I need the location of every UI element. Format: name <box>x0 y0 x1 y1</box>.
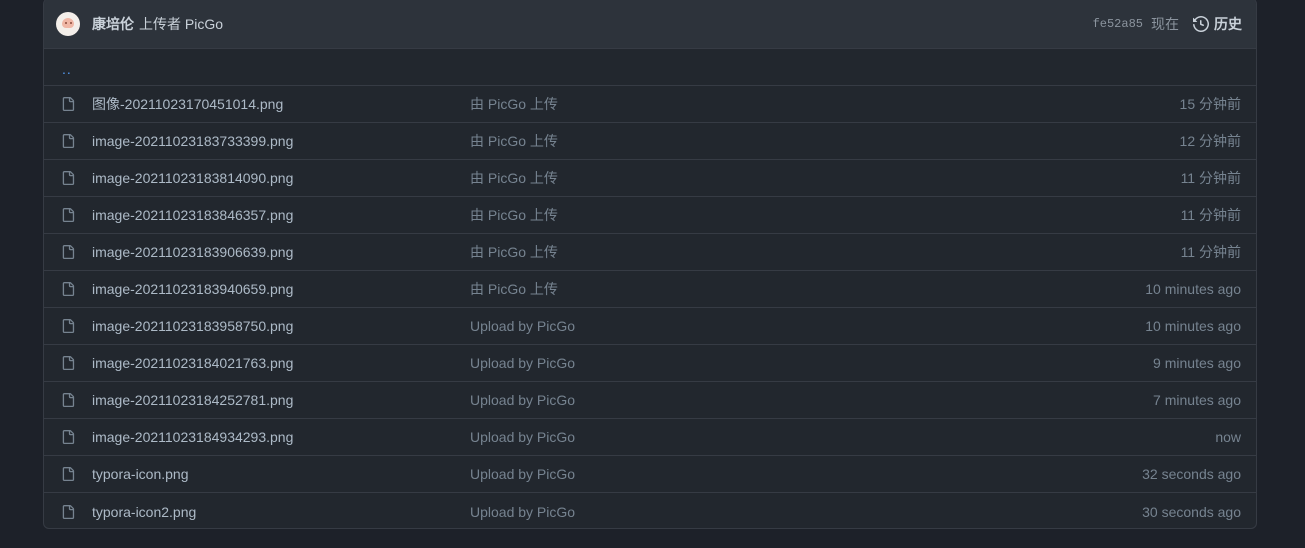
file-commit-message-link[interactable]: Upload by PicGo <box>470 355 1153 371</box>
file-row[interactable]: image-20211023183814090.png 由 PicGo 上传 11 … <box>44 160 1256 197</box>
file-age: 10 minutes ago <box>1145 281 1241 297</box>
file-row[interactable]: typora-icon2.png Upload by PicGo 30 second… <box>44 493 1256 528</box>
file-row[interactable]: image-20211023183906639.png 由 PicGo 上传 11 … <box>44 234 1256 271</box>
file-age: 32 seconds ago <box>1142 466 1241 482</box>
file-icon <box>62 171 75 185</box>
file-row[interactable]: image-20211023183733399.png 由 PicGo 上传 12 … <box>44 123 1256 160</box>
file-name-link[interactable]: image-20211023184252781.png <box>92 392 470 408</box>
file-row[interactable]: image-20211023184252781.png Upload by Pic… <box>44 382 1256 419</box>
file-age: 7 minutes ago <box>1153 392 1241 408</box>
file-commit-message-link[interactable]: 由 PicGo 上传 <box>470 205 1181 225</box>
commit-message[interactable]: 上传者 PicGo <box>139 14 223 34</box>
file-name-link[interactable]: image-20211023183733399.png <box>92 133 470 149</box>
file-commit-message-link[interactable]: Upload by PicGo <box>470 466 1142 482</box>
file-icon <box>62 356 75 370</box>
parent-directory-row: .. <box>44 49 1256 86</box>
file-age: 10 minutes ago <box>1145 318 1241 334</box>
file-commit-message-link[interactable]: 由 PicGo 上传 <box>470 131 1180 151</box>
file-age: 11 分钟前 <box>1180 170 1241 186</box>
file-name-link[interactable]: typora-icon2.png <box>92 504 470 520</box>
history-label: 历史 <box>1214 15 1242 32</box>
file-icon <box>62 134 75 148</box>
file-commit-message-link[interactable]: Upload by PicGo <box>470 504 1142 520</box>
file-commit-message-link[interactable]: Upload by PicGo <box>470 318 1145 334</box>
commit-time: 现在 <box>1151 15 1179 32</box>
file-commit-message-link[interactable]: 由 PicGo 上传 <box>470 168 1181 188</box>
file-age: 9 minutes ago <box>1153 355 1241 371</box>
file-age: 11 分钟前 <box>1180 244 1241 260</box>
file-icon <box>62 319 75 333</box>
file-icon <box>62 430 75 444</box>
file-name-link[interactable]: typora-icon.png <box>92 466 470 482</box>
file-age: 15 分钟前 <box>1179 96 1241 112</box>
file-icon <box>62 393 75 407</box>
file-icon <box>62 245 75 259</box>
file-row[interactable]: image-20211023183958750.png Upload by Pic… <box>44 308 1256 345</box>
file-icon <box>62 282 75 296</box>
file-age: 30 seconds ago <box>1142 503 1241 520</box>
file-name-link[interactable]: image-20211023184934293.png <box>92 429 470 445</box>
file-commit-message-link[interactable]: Upload by PicGo <box>470 429 1215 445</box>
file-commit-message-link[interactable]: 由 PicGo 上传 <box>470 242 1181 262</box>
history-icon <box>1193 15 1209 32</box>
file-name-link[interactable]: image-20211023183940659.png <box>92 281 470 297</box>
file-commit-message-link[interactable]: 由 PicGo 上传 <box>470 279 1145 299</box>
file-row[interactable]: typora-icon.png Upload by PicGo 32 seconds… <box>44 456 1256 493</box>
file-list: 图像-20211023170451014.png 由 PicGo 上传 15 分钟前… <box>44 86 1256 528</box>
file-row[interactable]: image-20211023184934293.png Upload by Pic… <box>44 419 1256 456</box>
file-age: 11 分钟前 <box>1180 207 1241 223</box>
file-row[interactable]: image-20211023184021763.png Upload by Pic… <box>44 345 1256 382</box>
commit-sha-link[interactable]: fe52a85 <box>1093 17 1143 31</box>
file-icon <box>62 504 75 519</box>
file-icon <box>62 208 75 222</box>
file-name-link[interactable]: image-20211023183958750.png <box>92 318 470 334</box>
file-row[interactable]: image-20211023183940659.png 由 PicGo 上传 10 … <box>44 271 1256 308</box>
file-name-link[interactable]: image-20211023183814090.png <box>92 170 470 186</box>
file-row[interactable]: 图像-20211023170451014.png 由 PicGo 上传 15 分钟前 <box>44 86 1256 123</box>
file-icon <box>62 467 75 481</box>
file-name-link[interactable]: image-20211023183846357.png <box>92 207 470 223</box>
file-commit-message-link[interactable]: Upload by PicGo <box>470 392 1153 408</box>
avatar[interactable] <box>56 11 80 36</box>
file-age: now <box>1215 429 1241 445</box>
file-icon <box>62 97 75 111</box>
commit-author[interactable]: 康培伦 <box>92 14 134 34</box>
latest-commit-bar: 康培伦 上传者 PicGo fe52a85 现在 历史 <box>44 0 1256 49</box>
file-name-link[interactable]: image-20211023184021763.png <box>92 355 470 371</box>
file-browser: 康培伦 上传者 PicGo fe52a85 现在 历史 .. 图像-202110… <box>43 0 1257 529</box>
history-button[interactable]: 历史 <box>1193 14 1242 34</box>
parent-directory-link[interactable]: .. <box>62 57 72 77</box>
file-commit-message-link[interactable]: 由 PicGo 上传 <box>470 94 1180 114</box>
file-age: 12 分钟前 <box>1179 133 1241 149</box>
file-name-link[interactable]: image-20211023183906639.png <box>92 244 470 260</box>
file-row[interactable]: image-20211023183846357.png 由 PicGo 上传 11 … <box>44 197 1256 234</box>
file-name-link[interactable]: 图像-20211023170451014.png <box>92 94 470 114</box>
